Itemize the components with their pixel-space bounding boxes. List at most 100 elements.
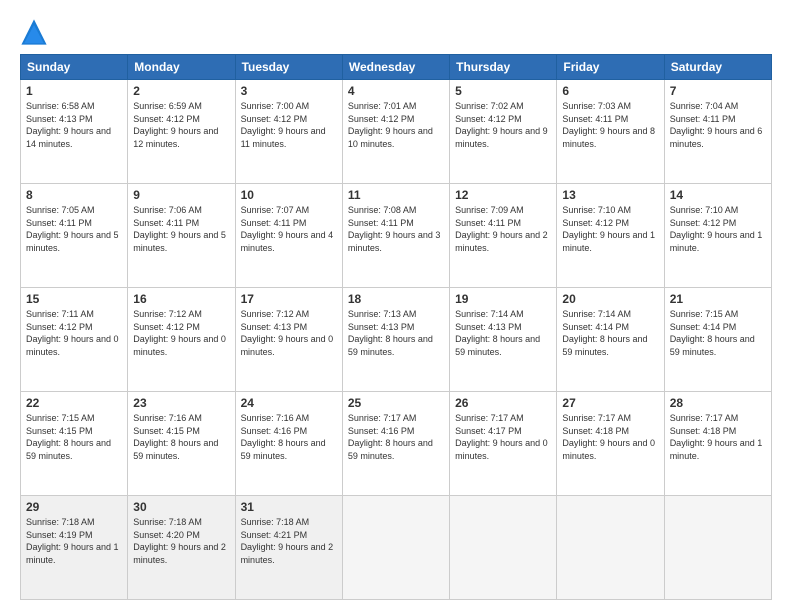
day-number: 11: [348, 188, 444, 202]
cell-text: Sunrise: 7:16 AMSunset: 4:16 PMDaylight:…: [241, 413, 326, 461]
calendar-cell: 19 Sunrise: 7:14 AMSunset: 4:13 PMDaylig…: [450, 288, 557, 392]
cell-text: Sunrise: 6:59 AMSunset: 4:12 PMDaylight:…: [133, 101, 218, 149]
header-day-friday: Friday: [557, 55, 664, 80]
day-number: 29: [26, 500, 122, 514]
cell-text: Sunrise: 7:07 AMSunset: 4:11 PMDaylight:…: [241, 205, 334, 253]
day-number: 13: [562, 188, 658, 202]
cell-text: Sunrise: 7:03 AMSunset: 4:11 PMDaylight:…: [562, 101, 655, 149]
cell-text: Sunrise: 7:18 AMSunset: 4:19 PMDaylight:…: [26, 517, 119, 565]
day-number: 18: [348, 292, 444, 306]
day-number: 3: [241, 84, 337, 98]
calendar-cell: 12 Sunrise: 7:09 AMSunset: 4:11 PMDaylig…: [450, 184, 557, 288]
day-number: 30: [133, 500, 229, 514]
cell-text: Sunrise: 7:17 AMSunset: 4:17 PMDaylight:…: [455, 413, 548, 461]
cell-text: Sunrise: 6:58 AMSunset: 4:13 PMDaylight:…: [26, 101, 111, 149]
cell-text: Sunrise: 7:12 AMSunset: 4:13 PMDaylight:…: [241, 309, 334, 357]
calendar-cell: 4 Sunrise: 7:01 AMSunset: 4:12 PMDayligh…: [342, 80, 449, 184]
calendar-header: SundayMondayTuesdayWednesdayThursdayFrid…: [21, 55, 772, 80]
day-number: 12: [455, 188, 551, 202]
calendar-cell: 23 Sunrise: 7:16 AMSunset: 4:15 PMDaylig…: [128, 392, 235, 496]
calendar-cell: 9 Sunrise: 7:06 AMSunset: 4:11 PMDayligh…: [128, 184, 235, 288]
week-row-1: 1 Sunrise: 6:58 AMSunset: 4:13 PMDayligh…: [21, 80, 772, 184]
cell-text: Sunrise: 7:06 AMSunset: 4:11 PMDaylight:…: [133, 205, 226, 253]
day-number: 1: [26, 84, 122, 98]
cell-text: Sunrise: 7:15 AMSunset: 4:14 PMDaylight:…: [670, 309, 755, 357]
day-number: 10: [241, 188, 337, 202]
calendar-cell: 29 Sunrise: 7:18 AMSunset: 4:19 PMDaylig…: [21, 496, 128, 600]
day-number: 28: [670, 396, 766, 410]
calendar-cell: 3 Sunrise: 7:00 AMSunset: 4:12 PMDayligh…: [235, 80, 342, 184]
calendar-cell: 27 Sunrise: 7:17 AMSunset: 4:18 PMDaylig…: [557, 392, 664, 496]
week-row-5: 29 Sunrise: 7:18 AMSunset: 4:19 PMDaylig…: [21, 496, 772, 600]
cell-text: Sunrise: 7:12 AMSunset: 4:12 PMDaylight:…: [133, 309, 226, 357]
week-row-3: 15 Sunrise: 7:11 AMSunset: 4:12 PMDaylig…: [21, 288, 772, 392]
day-number: 21: [670, 292, 766, 306]
day-number: 15: [26, 292, 122, 306]
logo-icon: [20, 18, 48, 46]
calendar-cell: 31 Sunrise: 7:18 AMSunset: 4:21 PMDaylig…: [235, 496, 342, 600]
calendar-cell: 24 Sunrise: 7:16 AMSunset: 4:16 PMDaylig…: [235, 392, 342, 496]
cell-text: Sunrise: 7:14 AMSunset: 4:14 PMDaylight:…: [562, 309, 647, 357]
calendar-cell: 30 Sunrise: 7:18 AMSunset: 4:20 PMDaylig…: [128, 496, 235, 600]
cell-text: Sunrise: 7:17 AMSunset: 4:18 PMDaylight:…: [670, 413, 763, 461]
cell-text: Sunrise: 7:02 AMSunset: 4:12 PMDaylight:…: [455, 101, 548, 149]
cell-text: Sunrise: 7:17 AMSunset: 4:16 PMDaylight:…: [348, 413, 433, 461]
cell-text: Sunrise: 7:16 AMSunset: 4:15 PMDaylight:…: [133, 413, 218, 461]
calendar-cell: 21 Sunrise: 7:15 AMSunset: 4:14 PMDaylig…: [664, 288, 771, 392]
calendar-cell: [342, 496, 449, 600]
calendar-cell: 22 Sunrise: 7:15 AMSunset: 4:15 PMDaylig…: [21, 392, 128, 496]
day-number: 23: [133, 396, 229, 410]
cell-text: Sunrise: 7:18 AMSunset: 4:20 PMDaylight:…: [133, 517, 226, 565]
cell-text: Sunrise: 7:15 AMSunset: 4:15 PMDaylight:…: [26, 413, 111, 461]
week-row-4: 22 Sunrise: 7:15 AMSunset: 4:15 PMDaylig…: [21, 392, 772, 496]
calendar-body: 1 Sunrise: 6:58 AMSunset: 4:13 PMDayligh…: [21, 80, 772, 600]
calendar-cell: 13 Sunrise: 7:10 AMSunset: 4:12 PMDaylig…: [557, 184, 664, 288]
day-number: 26: [455, 396, 551, 410]
calendar-cell: 10 Sunrise: 7:07 AMSunset: 4:11 PMDaylig…: [235, 184, 342, 288]
day-number: 25: [348, 396, 444, 410]
header-day-sunday: Sunday: [21, 55, 128, 80]
calendar-table: SundayMondayTuesdayWednesdayThursdayFrid…: [20, 54, 772, 600]
header-day-tuesday: Tuesday: [235, 55, 342, 80]
header-day-wednesday: Wednesday: [342, 55, 449, 80]
calendar-cell: [664, 496, 771, 600]
calendar-cell: 1 Sunrise: 6:58 AMSunset: 4:13 PMDayligh…: [21, 80, 128, 184]
page: SundayMondayTuesdayWednesdayThursdayFrid…: [0, 0, 792, 612]
day-number: 9: [133, 188, 229, 202]
cell-text: Sunrise: 7:09 AMSunset: 4:11 PMDaylight:…: [455, 205, 548, 253]
day-number: 24: [241, 396, 337, 410]
calendar-cell: 26 Sunrise: 7:17 AMSunset: 4:17 PMDaylig…: [450, 392, 557, 496]
cell-text: Sunrise: 7:10 AMSunset: 4:12 PMDaylight:…: [670, 205, 763, 253]
cell-text: Sunrise: 7:14 AMSunset: 4:13 PMDaylight:…: [455, 309, 540, 357]
day-number: 22: [26, 396, 122, 410]
day-number: 2: [133, 84, 229, 98]
cell-text: Sunrise: 7:04 AMSunset: 4:11 PMDaylight:…: [670, 101, 763, 149]
day-number: 20: [562, 292, 658, 306]
header-row: SundayMondayTuesdayWednesdayThursdayFrid…: [21, 55, 772, 80]
cell-text: Sunrise: 7:01 AMSunset: 4:12 PMDaylight:…: [348, 101, 433, 149]
header-day-monday: Monday: [128, 55, 235, 80]
calendar-cell: 5 Sunrise: 7:02 AMSunset: 4:12 PMDayligh…: [450, 80, 557, 184]
calendar-cell: 15 Sunrise: 7:11 AMSunset: 4:12 PMDaylig…: [21, 288, 128, 392]
header-day-thursday: Thursday: [450, 55, 557, 80]
cell-text: Sunrise: 7:17 AMSunset: 4:18 PMDaylight:…: [562, 413, 655, 461]
day-number: 31: [241, 500, 337, 514]
calendar-cell: 28 Sunrise: 7:17 AMSunset: 4:18 PMDaylig…: [664, 392, 771, 496]
calendar-cell: 20 Sunrise: 7:14 AMSunset: 4:14 PMDaylig…: [557, 288, 664, 392]
calendar-cell: 17 Sunrise: 7:12 AMSunset: 4:13 PMDaylig…: [235, 288, 342, 392]
day-number: 8: [26, 188, 122, 202]
calendar-cell: 14 Sunrise: 7:10 AMSunset: 4:12 PMDaylig…: [664, 184, 771, 288]
day-number: 5: [455, 84, 551, 98]
cell-text: Sunrise: 7:00 AMSunset: 4:12 PMDaylight:…: [241, 101, 326, 149]
cell-text: Sunrise: 7:10 AMSunset: 4:12 PMDaylight:…: [562, 205, 655, 253]
cell-text: Sunrise: 7:13 AMSunset: 4:13 PMDaylight:…: [348, 309, 433, 357]
day-number: 17: [241, 292, 337, 306]
cell-text: Sunrise: 7:05 AMSunset: 4:11 PMDaylight:…: [26, 205, 119, 253]
day-number: 4: [348, 84, 444, 98]
header-day-saturday: Saturday: [664, 55, 771, 80]
calendar-cell: [450, 496, 557, 600]
day-number: 16: [133, 292, 229, 306]
calendar-cell: 16 Sunrise: 7:12 AMSunset: 4:12 PMDaylig…: [128, 288, 235, 392]
logo: [20, 18, 52, 46]
day-number: 7: [670, 84, 766, 98]
